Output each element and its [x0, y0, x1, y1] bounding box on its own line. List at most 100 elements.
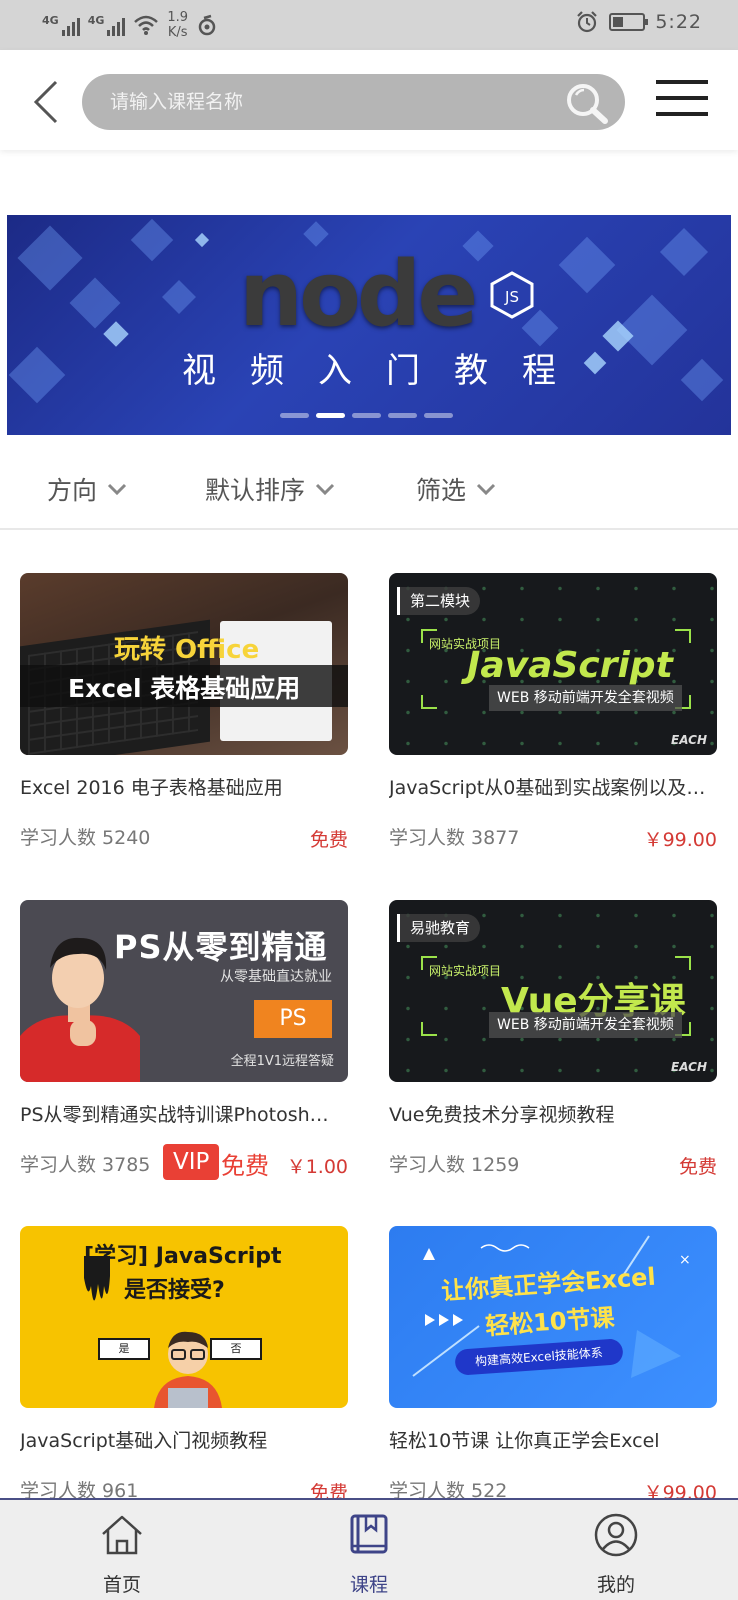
learner-count: 学习人数 3785 [20, 1154, 151, 1176]
thumb-project: 网站实战项目 [429, 964, 502, 978]
search-box[interactable] [82, 74, 625, 130]
svg-text:×: × [679, 1252, 691, 1268]
thumb-sub: 从零基础直达就业 [220, 969, 332, 985]
thumb-line2: 是否接受? [124, 1278, 225, 1303]
carousel-dot[interactable] [388, 413, 417, 418]
network-type-2: 4G [87, 14, 105, 27]
course-card[interactable]: 易驰教育 网站实战项目 Vue分享课 WEB 移动前端开发全套视频 EACH V… [389, 900, 717, 1178]
course-title[interactable]: JavaScript基础入门视频教程 [20, 1426, 348, 1453]
course-thumbnail[interactable]: PS从零到精通 从零基础直达就业 PS 全程1V1远程答疑 [20, 900, 348, 1082]
user-icon [594, 1513, 638, 1557]
nodejs-logo: node JS [239, 245, 534, 345]
learner-count: 学习人数 3877 [389, 827, 520, 849]
course-card[interactable]: 第二模块 网站实战项目 JavaScript WEB 移动前端开发全套视频 EA… [389, 573, 717, 851]
course-meta: 学习人数 3877 ￥99.00 [389, 823, 717, 853]
chevron-down-icon [315, 483, 335, 495]
back-arrow-icon[interactable] [28, 78, 68, 126]
filter-label: 筛选 [416, 476, 467, 505]
course-card[interactable]: × 让你真正学会Excel 轻松10节课 构建高效Excel技能体系 轻松10节… [389, 1226, 717, 1504]
chevron-down-icon [476, 483, 496, 495]
carousel-dot[interactable] [424, 413, 453, 418]
thumb-line2: Excel 表格基础应用 [68, 674, 301, 703]
learner-count: 学习人数 5240 [20, 827, 151, 849]
tab-label: 我的 [596, 1574, 635, 1596]
course-card[interactable]: PS从零到精通 从零基础直达就业 PS 全程1V1远程答疑 PS从零到精通实战特… [20, 900, 348, 1180]
bottom-tab-bar: 首页 课程 我的 [0, 1498, 738, 1600]
course-thumbnail[interactable]: 玩转 Office Excel 表格基础应用 [20, 573, 348, 755]
signal-icon-2: 4G [88, 14, 126, 36]
thumb-badge: PS [254, 1000, 332, 1038]
filter-direction[interactable]: 方向 [47, 467, 127, 511]
app-screen: 4G 4G 1.9 K/s 5:22 请输入课程名称 node JS 视频入门教… [0, 0, 738, 1600]
carousel-indicator[interactable] [280, 413, 453, 418]
thumb-main: JavaScript [467, 645, 673, 686]
vip-free-label: 免费 [221, 1152, 269, 1180]
course-title[interactable]: Excel 2016 电子表格基础应用 [20, 773, 348, 800]
course-thumbnail[interactable]: [学习] JavaScript 是否接受? 是 否 [20, 1226, 348, 1408]
course-card[interactable]: 玩转 Office Excel 表格基础应用 Excel 2016 电子表格基础… [20, 573, 348, 851]
wifi-icon [134, 15, 159, 35]
network-type-1: 4G [42, 14, 59, 27]
tab-courses[interactable]: 课程 [309, 1512, 429, 1598]
signal-icon: 4G [42, 14, 80, 36]
course-price: ￥1.00 [286, 1156, 348, 1178]
js-hexagon-icon: JS [490, 271, 534, 319]
thumb-sub: WEB 移动前端开发全套视频 [489, 1012, 682, 1038]
sync-icon [198, 14, 216, 36]
battery-icon [609, 13, 649, 31]
menu-icon[interactable] [656, 80, 708, 120]
tab-home[interactable]: 首页 [62, 1512, 182, 1598]
tab-label: 首页 [102, 1574, 141, 1596]
cartoon-person [154, 1331, 222, 1408]
filter-label: 方向 [47, 476, 98, 505]
course-title[interactable]: JavaScript从0基础到实战案例以及… [389, 773, 717, 800]
course-meta: 学习人数 1259 免费 [389, 1150, 717, 1180]
thumb-tag: 易驰教育 [397, 914, 481, 942]
filter-bar: 方向 默认排序 筛选 [0, 447, 738, 530]
course-price: ￥99.00 [643, 829, 717, 851]
course-meta: 学习人数 3785 VIP 免费 ￥1.00 [20, 1144, 348, 1180]
search-icon[interactable] [563, 80, 609, 124]
promo-banner[interactable]: node JS 视频入门教程 [7, 215, 731, 435]
logo-text: node [239, 242, 478, 347]
course-title[interactable]: Vue免费技术分享视频教程 [389, 1100, 717, 1127]
course-title[interactable]: PS从零到精通实战特训课Photosh… [20, 1100, 348, 1127]
carousel-dot-active[interactable] [316, 413, 345, 418]
course-meta: 学习人数 5240 免费 [20, 823, 348, 853]
speed-value: 1.9 [167, 10, 189, 25]
logo-badge: JS [504, 288, 519, 306]
course-thumbnail[interactable]: 第二模块 网站实战项目 JavaScript WEB 移动前端开发全套视频 EA… [389, 573, 717, 755]
course-title[interactable]: 轻松10节课 让你真正学会Excel [389, 1426, 717, 1453]
home-icon [102, 1515, 142, 1555]
course-thumbnail[interactable]: 易驰教育 网站实战项目 Vue分享课 WEB 移动前端开发全套视频 EACH [389, 900, 717, 1082]
thumb-title: PS从零到精通 [114, 928, 328, 966]
carousel-dot[interactable] [280, 413, 309, 418]
search-input[interactable] [110, 74, 540, 130]
brand-logo: EACH [671, 733, 707, 747]
course-thumbnail[interactable]: × 让你真正学会Excel 轻松10节课 构建高效Excel技能体系 [389, 1226, 717, 1408]
vip-badge: VIP [163, 1144, 220, 1180]
header-bar [0, 50, 738, 150]
carousel-dot[interactable] [352, 413, 381, 418]
brand-logo: EACH [671, 1060, 707, 1074]
tab-mine[interactable]: 我的 [556, 1512, 676, 1598]
filter-screen[interactable]: 筛选 [416, 467, 496, 511]
chevron-down-icon [107, 483, 127, 495]
thumb-foot: 全程1V1远程答疑 [230, 1054, 334, 1069]
course-price: 免费 [678, 1156, 717, 1178]
thumb-sub: WEB 移动前端开发全套视频 [489, 685, 682, 711]
speed-unit: K/s [167, 25, 188, 40]
book-icon [350, 1514, 388, 1554]
filter-label: 默认排序 [205, 476, 306, 505]
thumb-line1: [学习] JavaScript [84, 1244, 282, 1269]
tab-label: 课程 [349, 1574, 388, 1596]
course-price: 免费 [309, 829, 348, 851]
clock: 5:22 [655, 11, 702, 33]
course-card[interactable]: [学习] JavaScript 是否接受? 是 否 JavaScript基础入门… [20, 1226, 348, 1504]
status-bar: 4G 4G 1.9 K/s 5:22 [0, 0, 738, 50]
network-speed: 1.9 K/s [167, 10, 188, 40]
thumb-tag: 第二模块 [397, 587, 481, 615]
banner-subtitle: 视频入门教程 [182, 351, 590, 391]
thumb-yes-box: 是 [98, 1338, 150, 1360]
filter-sort[interactable]: 默认排序 [205, 467, 335, 511]
